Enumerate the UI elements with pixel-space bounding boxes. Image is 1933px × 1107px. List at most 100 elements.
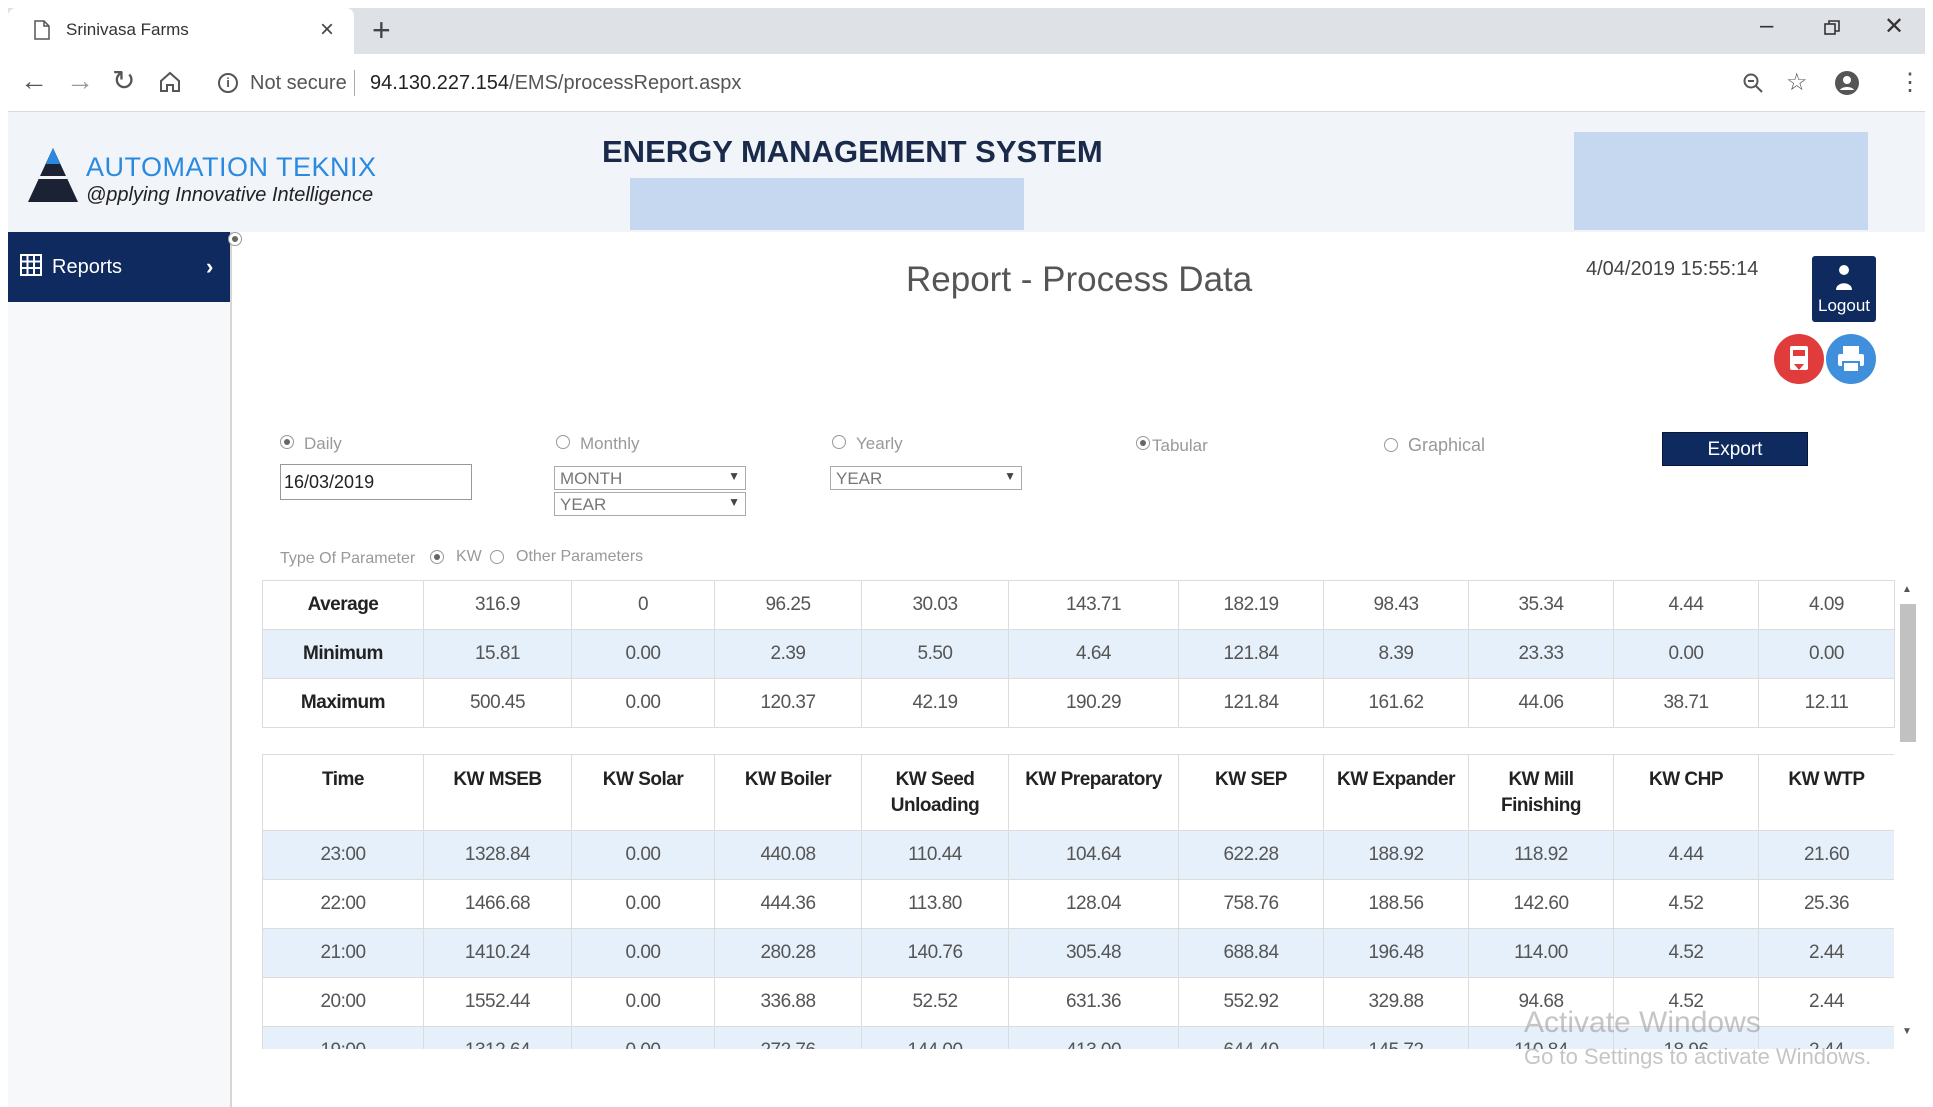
- monthly-radio[interactable]: [556, 435, 570, 449]
- chevron-right-icon: ›: [206, 254, 214, 279]
- close-window-icon[interactable]: ✕: [1884, 12, 1904, 41]
- column-header: KW Seed Unloading: [861, 754, 1009, 831]
- graphical-radio[interactable]: [1384, 438, 1398, 452]
- summary-cell: 0.00: [1758, 629, 1895, 679]
- table-cell: 21.60: [1758, 830, 1894, 880]
- logo-icon: [28, 148, 78, 202]
- yearly-label: Yearly: [856, 434, 903, 453]
- table-cell: 4.44: [1613, 830, 1759, 880]
- scroll-up-icon[interactable]: ▲: [1902, 584, 1912, 595]
- sidebar-item-reports[interactable]: Reports ›: [8, 232, 230, 302]
- month-year-select[interactable]: YEAR ▼: [554, 492, 746, 516]
- star-icon[interactable]: ☆: [1786, 68, 1808, 97]
- date-field[interactable]: [280, 464, 472, 500]
- restore-icon[interactable]: [1824, 20, 1840, 36]
- summary-cell: 500.45: [423, 678, 572, 728]
- scroll-down-icon[interactable]: ▼: [1902, 1026, 1912, 1037]
- print-button[interactable]: [1826, 334, 1876, 384]
- home-icon[interactable]: [158, 70, 182, 94]
- tab-close-icon[interactable]: ×: [320, 16, 334, 44]
- daily-radio-dot[interactable]: [280, 435, 294, 449]
- system-title: ENERGY MANAGEMENT SYSTEM: [602, 134, 1103, 169]
- new-tab-icon[interactable]: +: [372, 12, 391, 49]
- column-header: Time: [262, 754, 424, 831]
- table-cell: 118.92: [1468, 830, 1614, 880]
- app-header: AUTOMATION TEKNIX @pplying Innovative In…: [8, 112, 1925, 232]
- summary-cell: 161.62: [1323, 678, 1469, 728]
- summary-cell: 5.50: [861, 629, 1009, 679]
- table-cell: 644.40: [1178, 1026, 1324, 1049]
- kw-radio[interactable]: [430, 550, 444, 564]
- table-cell: 128.04: [1008, 879, 1179, 929]
- table-cell: 1312.64: [423, 1026, 572, 1049]
- table-cell: 196.48: [1323, 928, 1469, 978]
- address-bar[interactable]: 94.130.227.154/EMS/processReport.aspx: [370, 72, 741, 95]
- zoom-icon[interactable]: [1742, 72, 1764, 94]
- tab-title: Srinivasa Farms: [66, 20, 189, 39]
- print-icon: [1838, 346, 1864, 373]
- table-cell: 1552.44: [423, 977, 572, 1027]
- sidebar-item-label: Reports: [52, 256, 123, 278]
- month-select[interactable]: MONTH ▼: [554, 466, 746, 490]
- table-row: 22:00 1466.68 0.00 444.36 113.80 128.04 758.76…: [262, 879, 1894, 929]
- table-cell: 4.52: [1613, 879, 1759, 929]
- column-header: KW SEP: [1178, 754, 1324, 831]
- table-cell: 114.00: [1468, 928, 1614, 978]
- summary-cell: 121.84: [1178, 678, 1324, 728]
- minimize-icon[interactable]: –: [1760, 12, 1773, 40]
- table-cell: 758.76: [1178, 879, 1324, 929]
- security-label[interactable]: Not secure: [250, 72, 347, 95]
- data-table: Time KW MSEB KW Solar KW Boiler KW Seed Unlo…: [262, 754, 1894, 1049]
- summary-row: Average 316.9 0 96.25 30.03 143.71 182.19 98.43…: [262, 580, 1895, 630]
- url-path: /EMS/processReport.aspx: [509, 72, 742, 94]
- table-cell: 142.60: [1468, 879, 1614, 929]
- year-select[interactable]: YEAR ▼: [830, 466, 1022, 490]
- menu-icon[interactable]: ⋮: [1898, 68, 1922, 97]
- tabular-radio[interactable]: [1136, 436, 1150, 450]
- other-parameters-label: Other Parameters: [516, 548, 644, 565]
- summary-cell: 4.44: [1613, 580, 1759, 630]
- account-icon[interactable]: [1834, 70, 1860, 96]
- table-cell: 2.44: [1758, 977, 1894, 1027]
- other-parameters-radio[interactable]: [490, 550, 504, 564]
- activation-watermark-hint: Go to Settings to activate Windows.: [1524, 1044, 1872, 1069]
- summary-cell: 30.03: [861, 580, 1009, 630]
- logout-button[interactable]: Logout: [1812, 256, 1876, 322]
- yearly-radio[interactable]: [832, 435, 846, 449]
- summary-cell: 96.25: [714, 580, 862, 630]
- summary-row: Minimum 15.81 0.00 2.39 5.50 4.64 121.84 8.39 23…: [262, 629, 1895, 679]
- url-separator: [354, 70, 355, 96]
- user-icon: [1836, 265, 1852, 290]
- table-cell: 52.52: [861, 977, 1009, 1027]
- kw-label: KW: [456, 548, 482, 565]
- reload-icon[interactable]: ↻: [112, 66, 135, 96]
- column-header: KW Preparatory: [1008, 754, 1179, 831]
- browser-tab[interactable]: Srinivasa Farms ×: [8, 8, 354, 54]
- info-icon[interactable]: i: [218, 73, 238, 93]
- pdf-export-button[interactable]: [1774, 334, 1824, 384]
- summary-cell: 12.11: [1758, 678, 1895, 728]
- table-cell: 336.88: [714, 977, 862, 1027]
- back-arrow-icon[interactable]: ←: [20, 66, 48, 96]
- export-button[interactable]: Export: [1662, 432, 1808, 466]
- time-cell: 22:00: [262, 879, 424, 929]
- daily-radio[interactable]: [228, 232, 242, 246]
- browser-window: Srinivasa Farms × + – ✕ ← → ↻ i Not secu…: [8, 8, 1925, 1107]
- url-host: 94.130.227.154: [370, 72, 510, 94]
- summary-label: Minimum: [262, 629, 424, 679]
- sidebar: Reports ›: [8, 232, 232, 1107]
- month-year-select-value: YEAR: [560, 495, 607, 514]
- summary-cell: 143.71: [1008, 580, 1179, 630]
- scrollbar-thumb[interactable]: [1900, 604, 1916, 742]
- table-cell: 1466.68: [423, 879, 572, 929]
- page-icon: [34, 20, 50, 40]
- activation-watermark: Activate Windows: [1524, 1006, 1761, 1039]
- summary-table: Average 316.9 0 96.25 30.03 143.71 182.19 98.43…: [262, 580, 1895, 728]
- forward-arrow-icon[interactable]: →: [66, 66, 94, 96]
- summary-label: Average: [262, 580, 424, 630]
- summary-cell: 8.39: [1323, 629, 1469, 679]
- table-cell: 0.00: [571, 1026, 715, 1049]
- data-table-viewport[interactable]: Time KW MSEB KW Solar KW Boiler KW Seed Unlo…: [262, 754, 1894, 1049]
- table-cell: 104.64: [1008, 830, 1179, 880]
- parameter-type-label: Type Of Parameter: [280, 550, 416, 567]
